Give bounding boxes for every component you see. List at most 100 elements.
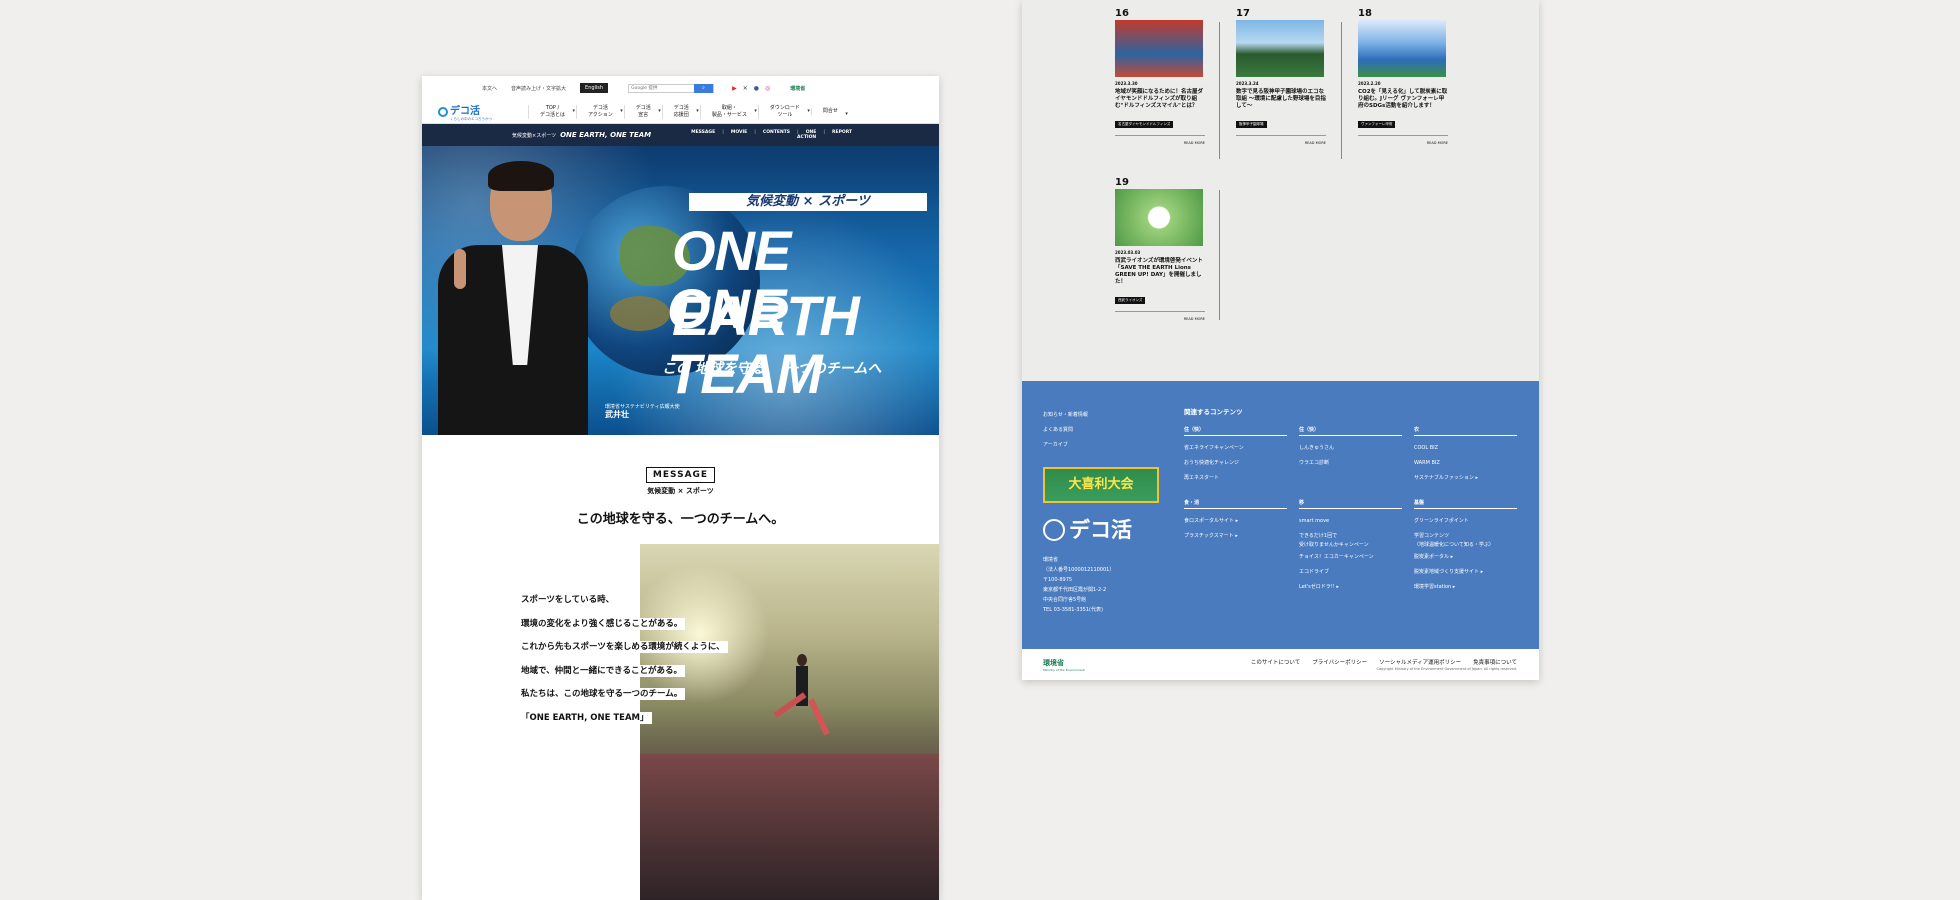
subnav-message[interactable]: MESSAGE (691, 130, 715, 140)
footer-link[interactable]: 再エネスタート (1184, 471, 1287, 486)
footer-bottom: 環境省 Ministry of the Environment このサイトについ… (1022, 649, 1539, 680)
youtube-icon[interactable]: ▶ (732, 85, 737, 92)
footer-link[interactable]: ウラエコ診断 (1299, 456, 1402, 471)
sns-links: ▶ ✕ ● ◎ (732, 85, 770, 92)
logo-mark-icon (1043, 519, 1065, 541)
footer-link[interactable]: チョイス！エコカーキャンペーン (1299, 550, 1402, 565)
message-section: MESSAGE 気候変動 × スポーツ この地球を守る、一つのチームへ。 (422, 435, 939, 527)
search-icon: ⌕ (702, 85, 705, 91)
footer-news-link[interactable]: お知らせ・新着情報 (1043, 408, 1159, 423)
report-card[interactable]: 18 2023.2.20 CO2を「見える化」して脱炭素に取り組む。Jリーグ ヴ… (1358, 8, 1448, 145)
report-cards: 16 2023.3.30 地域が笑顔になるために！名古屋ダイヤモンドドルフィンズ… (1022, 0, 1539, 381)
footer-col: 衣 COOL BIZ WARM BIZ サステナブルファッション ▸ (1414, 426, 1517, 486)
card-thumbnail (1358, 20, 1446, 77)
privacy-link[interactable]: プライバシーポリシー (1312, 658, 1367, 666)
footer-col: 基盤 グリーンライフポイント 学習コンテンツ （地球温暖化について知る・学ぶ） … (1414, 499, 1517, 595)
nav-download[interactable]: ダウンロード ツール (757, 104, 811, 119)
moe-footer-logo[interactable]: 環境省 Ministry of the Environment (1043, 658, 1085, 672)
subnav-contents[interactable]: CONTENTS (754, 130, 790, 140)
nav-declaration[interactable]: デコ活 宣言 (623, 104, 662, 119)
footer-link[interactable]: smart move (1299, 514, 1402, 529)
social-policy-link[interactable]: ソーシャルメディア運用ポリシー (1379, 658, 1461, 666)
site-footer: お知らせ・新着情報 よくある質問 アーカイブ 大喜利大会 デコ活 環境省 （法人… (1022, 381, 1539, 649)
footer-link[interactable]: 食ロスポータルサイト ▸ (1184, 514, 1287, 529)
campaign-links: MESSAGE MOVIE CONTENTS ONE ACTION REPORT (691, 130, 852, 140)
nav-contact[interactable]: 問合せ (810, 108, 849, 118)
footer-archive-link[interactable]: アーカイブ (1043, 438, 1159, 453)
moe-logo[interactable]: 環境省 (790, 85, 805, 92)
campaign-brand[interactable]: 気候変動×スポーツ ONE EARTH, ONE TEAM (512, 131, 651, 139)
read-more-link[interactable]: READ MORE (1358, 141, 1448, 145)
accessibility-link[interactable]: 音声読み上げ・文字拡大 (511, 85, 566, 92)
skip-link[interactable]: 本文へ (482, 85, 497, 92)
english-button[interactable]: English (580, 83, 609, 93)
oogiri-banner[interactable]: 大喜利大会 (1043, 467, 1159, 503)
left-page-preview: 本文へ 音声読み上げ・文字拡大 English ⌕ ▶ ✕ ● ◎ 環境省 デコ… (422, 76, 939, 900)
facebook-icon[interactable]: ● (754, 85, 759, 92)
logo-subtext: くらしの中のエコろうかつ (450, 116, 492, 121)
x-icon[interactable]: ✕ (743, 85, 748, 92)
read-more-link[interactable]: READ MORE (1115, 317, 1205, 321)
footer-link[interactable]: （地球温暖化について知る・学ぶ） (1414, 541, 1517, 550)
read-more-link[interactable]: READ MORE (1115, 141, 1205, 145)
hero-title-line2: ONE TEAM (667, 277, 823, 405)
report-card[interactable]: 17 2023.3.24 数字で見る阪神甲子園球場のエコな取組 〜環境に配慮した… (1236, 8, 1326, 145)
decokatsu-logo[interactable]: デコ活 くらしの中のエコろうかつ (438, 102, 528, 122)
logo-text: デコ活 (450, 105, 480, 117)
message-badge: MESSAGE (645, 467, 716, 483)
ambassador-photo (432, 161, 592, 435)
footer-link[interactable]: 脱炭素地域づくり支援サイト ▸ (1414, 565, 1517, 580)
logo-mark-icon (438, 106, 448, 117)
card-thumbnail (1115, 189, 1203, 246)
footer-link[interactable]: おうち快適化チャレンジ (1184, 456, 1287, 471)
footer-link[interactable]: 学習コンテンツ (1414, 529, 1517, 541)
footer-link[interactable]: 省エネライフキャンペーン (1184, 441, 1287, 456)
footer-col: 移 smart move できるだけ1回で 受け取りませんかキャンペーン チョイ… (1299, 499, 1402, 595)
site-search: ⌕ (628, 83, 715, 93)
nav-products[interactable]: 取組・ 製品・サービス (699, 104, 758, 119)
card-thumbnail (1115, 20, 1203, 77)
nav-supporters[interactable]: デコ活 応援団 (661, 104, 700, 119)
nav-top[interactable]: TOP / デコ活とは (528, 104, 576, 119)
footer-col: 住（快） しんきゅうさん ウラエコ診断 (1299, 426, 1402, 471)
instagram-icon[interactable]: ◎ (765, 85, 770, 92)
footer-link[interactable]: 環境学習station ▸ (1414, 580, 1517, 595)
subnav-movie[interactable]: MOVIE (722, 130, 747, 140)
footer-col: 食・消 食ロスポータルサイト ▸ プラスチックスマート ▸ (1184, 499, 1287, 544)
footer-left: お知らせ・新着情報 よくある質問 アーカイブ 大喜利大会 デコ活 環境省 （法人… (1043, 408, 1159, 615)
footer-link[interactable]: グリーンライフポイント (1414, 514, 1517, 529)
report-card[interactable]: 19 2023.03.03 西武ライオンズが環境啓発イベント「SAVE THE … (1115, 177, 1205, 321)
related-heading: 関連するコンテンツ (1184, 408, 1243, 416)
disclaimer-link[interactable]: 免責事項について (1473, 658, 1517, 666)
footer-link[interactable]: しんきゅうさん (1299, 441, 1402, 456)
nav-action[interactable]: デコ活 アクション (576, 104, 624, 119)
footer-link[interactable]: プラスチックスマート ▸ (1184, 529, 1287, 544)
subnav-report[interactable]: REPORT (823, 130, 852, 140)
footer-link[interactable]: Let'sゼロドラ!! ▸ (1299, 580, 1402, 595)
poem-line: 地域で、仲間と一緒にできることがある。 (518, 664, 685, 677)
utility-bar: 本文へ 音声読み上げ・文字拡大 English ⌕ ▶ ✕ ● ◎ 環境省 (422, 76, 939, 100)
read-more-link[interactable]: READ MORE (1236, 141, 1326, 145)
footer-faq-link[interactable]: よくある質問 (1043, 423, 1159, 438)
search-input[interactable] (629, 84, 694, 92)
footer-link[interactable]: 脱炭素ポータル ▸ (1414, 550, 1517, 565)
search-button[interactable]: ⌕ (693, 83, 714, 93)
footer-link[interactable]: エコドライブ (1299, 565, 1402, 580)
hero-subtitle: この 地球を守る、 一つのチームへ (662, 361, 882, 377)
poem-line: 環境の変化をより強く感じることがある。 (518, 617, 686, 630)
poem-line: スポーツをしている時、 (518, 594, 618, 606)
footer-col: 住（快） 省エネライフキャンペーン おうち快適化チャレンジ 再エネスタート (1184, 426, 1287, 486)
footer-link[interactable]: サステナブルファッション ▸ (1414, 471, 1517, 486)
footer-link[interactable]: COOL BIZ (1414, 441, 1517, 456)
footer-link[interactable]: 受け取りませんかキャンペーン (1299, 541, 1402, 550)
footer-link[interactable]: できるだけ1回で (1299, 529, 1402, 541)
about-site-link[interactable]: このサイトについて (1251, 658, 1300, 666)
hero-visual: 気候変動 × スポーツ ONE EARTH ONE TEAM この 地球を守る、… (422, 146, 939, 435)
report-card[interactable]: 16 2023.3.30 地域が笑顔になるために！名古屋ダイヤモンドドルフィンズ… (1115, 8, 1205, 145)
subnav-one-action[interactable]: ONE ACTION (797, 130, 816, 140)
campaign-subnav: 気候変動×スポーツONE EARTH, ONE TEAM MESSAGE MOV… (422, 124, 939, 146)
footer-logo[interactable]: デコ活 (1043, 519, 1159, 541)
footer-policy-links: このサイトについて プライバシーポリシー ソーシャルメディア運用ポリシー 免責事… (1251, 658, 1517, 666)
copyright: Copyright Ministry of the Environment Go… (1376, 667, 1517, 671)
footer-link[interactable]: WARM BIZ (1414, 456, 1517, 471)
